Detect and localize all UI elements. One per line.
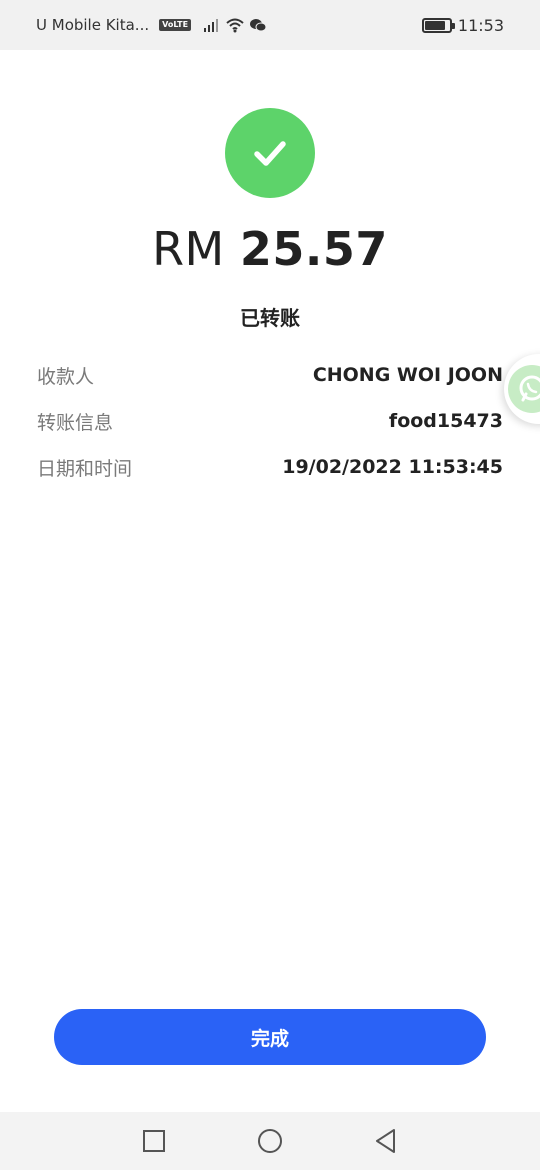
status-left: U Mobile Kita... VoLTE (36, 16, 192, 34)
square-icon (143, 1130, 165, 1152)
wechat-icon (250, 19, 267, 32)
status-bar: U Mobile Kita... VoLTE 11:53 (0, 0, 540, 50)
transfer-amount: RM 25.57 (0, 222, 540, 276)
status-right: 11:53 (421, 15, 504, 35)
battery-level (424, 20, 446, 30)
floating-chat-inner (508, 365, 540, 413)
transfer-status: 已转账 (240, 306, 300, 330)
back-triangle-icon (376, 1129, 395, 1153)
transfer-details: 收款人 CHONG WOI JOON 转账信息 food15473 日期和时间 … (37, 352, 503, 490)
check-icon (254, 141, 286, 166)
transfer-success-screen: U Mobile Kita... VoLTE 11:53 RM 25.57 已转… (0, 0, 540, 1170)
done-button[interactable]: 完成 (54, 1009, 486, 1065)
wifi-icon (226, 18, 244, 33)
clock: 11:53 (457, 15, 504, 35)
battery-icon (421, 17, 455, 33)
currency-label: RM (152, 222, 225, 276)
amount-value: 25.57 (239, 222, 388, 276)
back-button[interactable] (371, 1126, 401, 1156)
detail-value: food15473 (388, 410, 503, 432)
circle-icon (258, 1129, 282, 1153)
chat-icon (519, 375, 540, 402)
system-nav-bar (0, 1112, 540, 1170)
floating-chat-button[interactable] (504, 354, 540, 424)
detail-label: 收款人 (37, 365, 95, 388)
detail-row-recipient: 收款人 CHONG WOI JOON (37, 352, 503, 398)
detail-label: 转账信息 (37, 411, 114, 434)
detail-value: 19/02/2022 11:53:45 (282, 456, 503, 478)
detail-label: 日期和时间 (37, 457, 133, 480)
recent-apps-button[interactable] (139, 1126, 169, 1156)
volte-badge: VoLTE (159, 19, 192, 31)
home-button[interactable] (255, 1126, 285, 1156)
success-badge (225, 108, 315, 198)
carrier-name: U Mobile Kita... (36, 16, 150, 34)
detail-value: CHONG WOI JOON (312, 364, 503, 386)
detail-row-datetime: 日期和时间 19/02/2022 11:53:45 (37, 444, 503, 490)
signal-icon (204, 19, 219, 32)
detail-row-reference: 转账信息 food15473 (37, 398, 503, 444)
status-icons (203, 17, 267, 33)
